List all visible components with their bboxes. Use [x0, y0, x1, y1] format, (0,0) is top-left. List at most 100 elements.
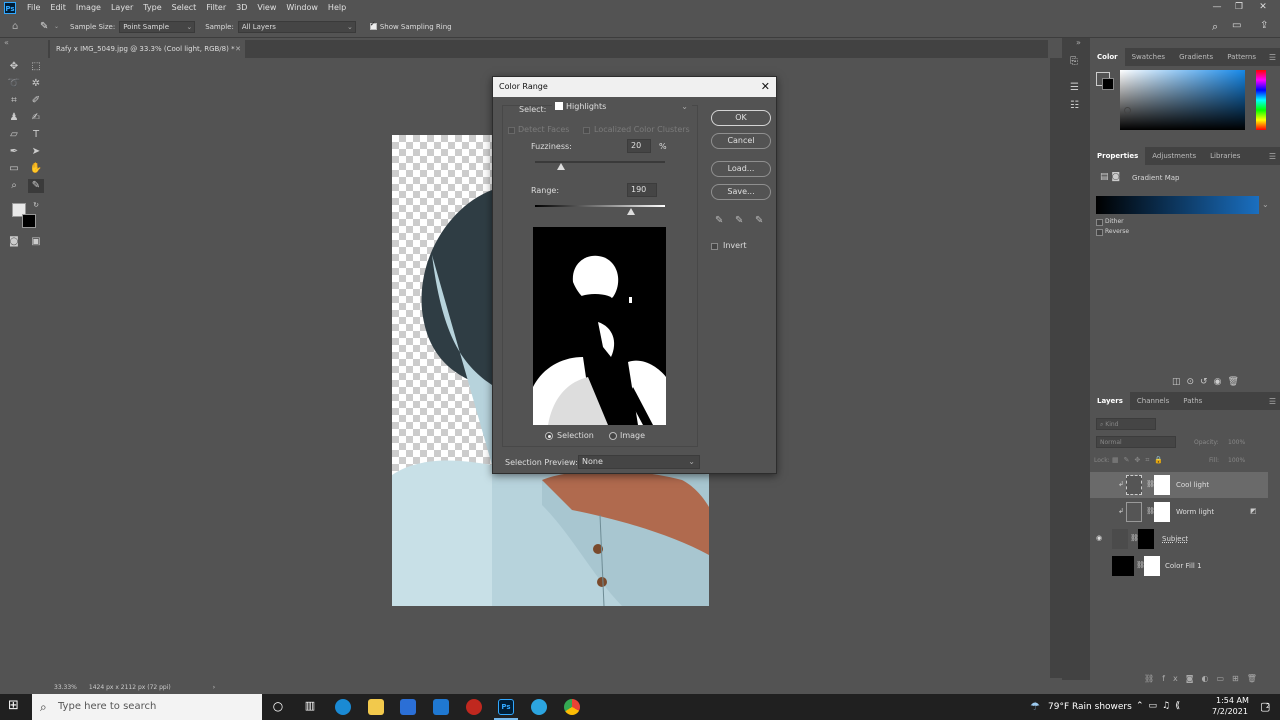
tab-libraries[interactable]: Libraries: [1203, 147, 1247, 165]
stamp-tool-icon[interactable]: ♟: [6, 111, 22, 125]
ok-button[interactable]: OK: [711, 110, 771, 126]
tab-adjustments[interactable]: Adjustments: [1145, 147, 1203, 165]
layer-name[interactable]: Color Fill 1: [1165, 562, 1202, 570]
task-view-icon[interactable]: ▥: [302, 699, 318, 715]
layer-name[interactable]: Worm light: [1176, 508, 1214, 516]
blend-mode-select[interactable]: Normal: [1096, 436, 1176, 448]
workspace-icon[interactable]: ▭: [1232, 20, 1241, 31]
tab-gradients[interactable]: Gradients: [1172, 48, 1220, 66]
restore-icon[interactable]: ❐: [1228, 0, 1250, 16]
crop-tool-icon[interactable]: ⌗: [6, 94, 22, 108]
eyedropper-tool-active-icon[interactable]: ✎: [28, 179, 44, 193]
invert-checkbox[interactable]: [711, 243, 718, 250]
menu-help[interactable]: Help: [323, 0, 351, 16]
properties-footer-icons[interactable]: ◫⊙↺◉🗑: [1172, 377, 1245, 387]
menu-layer[interactable]: Layer: [106, 0, 138, 16]
eyedropper-icon[interactable]: ✎: [715, 215, 723, 226]
shape-tool-icon[interactable]: ▭: [6, 162, 22, 176]
history-icon[interactable]: ⎘: [1070, 56, 1078, 67]
tray-icons[interactable]: ⌃▭♫⟪: [1136, 701, 1185, 711]
range-slider-track[interactable]: [535, 205, 665, 207]
visibility-eye-icon[interactable]: ◉: [1096, 534, 1102, 542]
sample-select[interactable]: All Layers ⌄: [237, 20, 356, 33]
range-slider-thumb[interactable]: [627, 208, 636, 215]
eyedropper-plus-icon[interactable]: ✎: [735, 215, 743, 226]
panel-menu-icon[interactable]: ☰: [1269, 53, 1276, 62]
lasso-tool-icon[interactable]: ➰: [6, 77, 22, 91]
search-icon[interactable]: ⌕: [1212, 20, 1218, 34]
collapse-panels-icon[interactable]: »: [1076, 38, 1081, 47]
selection-preview-select[interactable]: None ⌄: [578, 455, 700, 469]
select-dropdown[interactable]: Highlights ⌄: [552, 101, 692, 114]
menu-select[interactable]: Select: [167, 0, 202, 16]
document-tab[interactable]: Rafy x IMG_5049.jpg @ 33.3% (Cool light,…: [50, 40, 245, 58]
menu-view[interactable]: View: [252, 0, 281, 16]
tab-properties[interactable]: Properties: [1090, 147, 1146, 165]
layer-row[interactable]: ⛓ Color Fill 1: [1090, 553, 1268, 579]
clock-time[interactable]: 1:54 AM: [1216, 696, 1249, 705]
reverse-checkbox[interactable]: [1096, 229, 1103, 236]
minimize-icon[interactable]: —: [1206, 0, 1228, 16]
menu-edit[interactable]: Edit: [45, 0, 71, 16]
range-input[interactable]: 190: [627, 183, 657, 197]
brush-tool-icon[interactable]: ✐: [28, 94, 44, 108]
edge-icon[interactable]: [335, 699, 351, 715]
layers-footer-icons[interactable]: ⛓fx◙◐▭⊞🗑: [1144, 674, 1265, 683]
telegram-icon[interactable]: [531, 699, 547, 715]
history-brush-tool-icon[interactable]: ✍: [28, 111, 44, 125]
store-icon[interactable]: [400, 699, 416, 715]
home-icon[interactable]: ⌂: [12, 21, 26, 32]
eyedropper-tool-icon[interactable]: ✎: [40, 21, 54, 32]
taskbar-search-input[interactable]: ⌕ Type here to search: [32, 694, 262, 720]
image-radio[interactable]: [609, 432, 617, 440]
background-color-swatch[interactable]: [22, 214, 36, 228]
dialog-title-bar[interactable]: Color Range: [493, 77, 776, 97]
app-red-icon[interactable]: [466, 699, 482, 715]
windows-start-icon[interactable]: ⊞: [8, 699, 22, 713]
menu-3d[interactable]: 3D: [231, 0, 252, 16]
layer-name[interactable]: Cool light: [1176, 481, 1209, 489]
collapse-toolbar-icon[interactable]: «: [4, 38, 9, 47]
move-tool-icon[interactable]: ✥: [6, 60, 22, 74]
photoshop-taskbar-icon[interactable]: Ps: [498, 699, 514, 715]
fuzziness-slider-track[interactable]: [535, 161, 665, 163]
close-window-icon[interactable]: ✕: [1252, 0, 1274, 16]
eyedropper-minus-icon[interactable]: ✎: [755, 215, 763, 226]
panel-menu-icon[interactable]: ☰: [1269, 152, 1276, 161]
layer-effects-icon[interactable]: ◩: [1250, 507, 1257, 515]
fill-value[interactable]: 100%: [1228, 457, 1245, 464]
zoom-tool-icon[interactable]: ⌕: [6, 179, 22, 193]
layer-row[interactable]: ↲ ⛓ Worm light ◩: [1090, 499, 1268, 525]
load-button[interactable]: Load...: [711, 161, 771, 177]
menu-image[interactable]: Image: [71, 0, 106, 16]
cancel-button[interactable]: Cancel: [711, 133, 771, 149]
type-tool-icon[interactable]: T: [28, 128, 44, 142]
save-button[interactable]: Save...: [711, 184, 771, 200]
panel-menu-icon[interactable]: ☰: [1269, 397, 1276, 406]
share-icon[interactable]: ⇪: [1260, 20, 1268, 31]
menu-type[interactable]: Type: [138, 0, 166, 16]
cortana-icon[interactable]: ○: [270, 699, 286, 715]
sample-size-select[interactable]: Point Sample ⌄: [119, 20, 196, 33]
quick-mask-icon[interactable]: ◙: [6, 235, 22, 249]
vertical-scrollbar[interactable]: [1050, 58, 1062, 678]
zoom-level[interactable]: 33.33%: [48, 684, 83, 691]
weather-text[interactable]: 79°F Rain showers: [1048, 702, 1132, 712]
eraser-tool-icon[interactable]: ▱: [6, 128, 22, 142]
color-picker-field[interactable]: [1120, 70, 1245, 130]
menu-window[interactable]: Window: [281, 0, 323, 16]
layer-name[interactable]: Subject: [1162, 535, 1188, 543]
hand-tool-icon[interactable]: ✋: [28, 162, 44, 176]
properties-icon[interactable]: ☰: [1070, 82, 1079, 93]
marquee-tool-icon[interactable]: ⬚: [28, 60, 44, 74]
bg-color-chip[interactable]: [1102, 78, 1114, 90]
chevron-down-icon[interactable]: ⌄: [1262, 200, 1269, 209]
chrome-icon[interactable]: [564, 699, 580, 715]
lock-icons[interactable]: ▦✎✥⌗🔒: [1112, 456, 1168, 465]
tab-color[interactable]: Color: [1090, 48, 1125, 66]
screen-mode-icon[interactable]: ▣: [28, 235, 44, 249]
opacity-value[interactable]: 100%: [1228, 439, 1245, 446]
tab-paths[interactable]: Paths: [1176, 392, 1209, 410]
swap-colors-icon[interactable]: ↻: [28, 198, 44, 212]
selection-radio[interactable]: [545, 432, 553, 440]
